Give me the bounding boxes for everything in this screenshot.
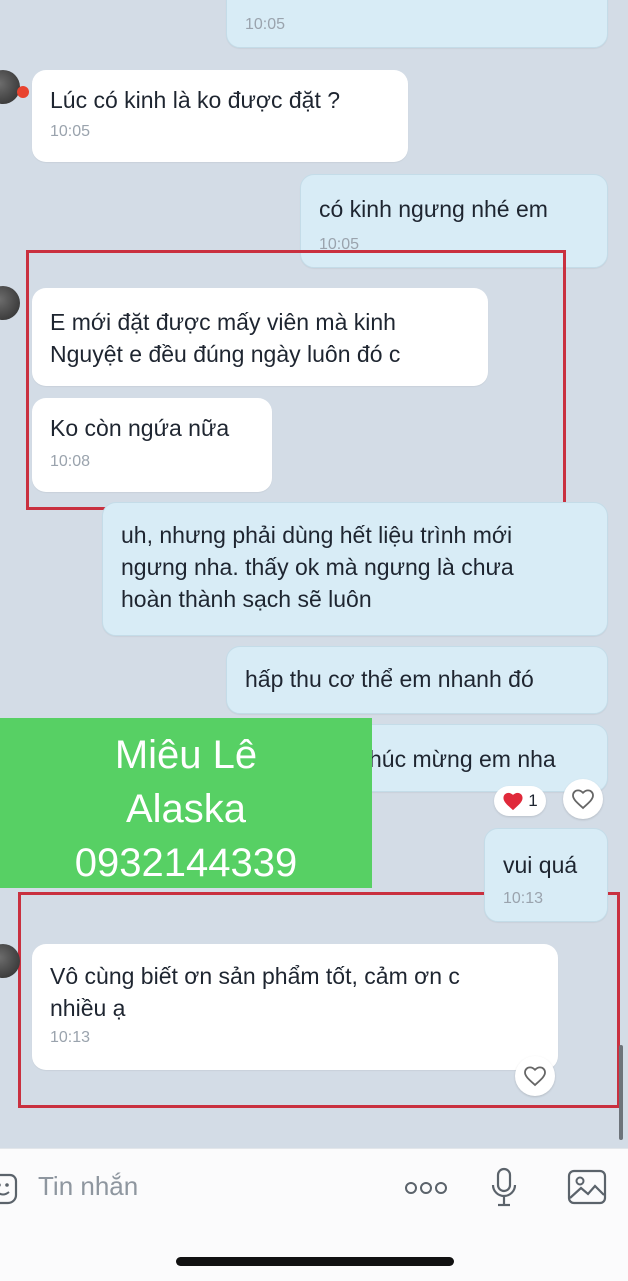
message-text: hấp thu cơ thể em nhanh đó (245, 666, 534, 692)
react-button[interactable] (563, 779, 603, 819)
heart-outline-icon (572, 789, 594, 810)
message-bubble-outgoing[interactable]: vui quá 10:13 (484, 828, 608, 922)
overlay-phone: 0932144339 (74, 841, 298, 885)
unread-dot-icon (17, 86, 29, 98)
message-text: có kinh ngưng nhé em (319, 196, 548, 222)
message-bubble-outgoing[interactable]: uh, nhưng phải dùng hết liệu trình mới n… (102, 502, 608, 636)
contact-overlay: Miêu Lê Alaska 0932144339 (0, 718, 372, 888)
message-bubble-incoming[interactable]: Vô cùng biết ơn sản phẩm tốt, cảm ơn c n… (32, 944, 558, 1070)
sticker-icon[interactable] (0, 1171, 18, 1205)
message-composer: Tin nhắn (0, 1148, 628, 1281)
message-text: Ko còn ngứa nữa (50, 415, 230, 441)
message-time: 10:08 (50, 453, 91, 470)
message-bubble-incoming[interactable]: Lúc có kinh là ko được đặt ? 10:05 (32, 70, 408, 162)
reaction-badge[interactable]: 1 (494, 786, 546, 816)
message-bubble-outgoing[interactable]: húc mừng em nha (350, 724, 608, 792)
heart-filled-icon (503, 792, 523, 811)
avatar[interactable] (0, 944, 20, 978)
message-text: húc mừng em nha (369, 746, 556, 772)
avatar[interactable] (0, 70, 20, 104)
reaction-count: 1 (528, 791, 538, 810)
message-text-line: Vô cùng biết ơn sản phẩm tốt, cảm ơn c (50, 963, 460, 989)
message-text: vui quá (503, 852, 578, 878)
message-text-line: nhiều ạ (50, 995, 126, 1021)
chat-area: 10:05 Lúc có kinh là ko được đặt ? 10:05… (0, 0, 628, 1148)
microphone-icon[interactable] (490, 1167, 518, 1209)
more-icon[interactable] (404, 1181, 448, 1195)
scrollbar[interactable] (619, 1045, 623, 1140)
message-time: 10:05 (50, 123, 91, 140)
message-text-line: Nguyệt e đều đúng ngày luôn đó c (50, 341, 401, 367)
message-text-line: uh, nhưng phải dùng hết liệu trình mới (121, 522, 513, 548)
avatar[interactable] (0, 286, 20, 320)
message-time: 10:05 (245, 16, 286, 33)
message-text-line: hoàn thành sạch sẽ luôn (121, 586, 372, 612)
overlay-location: Alaska (125, 787, 247, 831)
message-text-line: ngưng nha. thấy ok mà ngưng là chưa (121, 554, 514, 580)
message-bubble-incoming[interactable]: Ko còn ngứa nữa 10:08 (32, 398, 272, 492)
home-indicator[interactable] (176, 1257, 454, 1266)
message-bubble-outgoing[interactable]: hấp thu cơ thể em nhanh đó (226, 646, 608, 714)
message-time: 10:13 (503, 890, 544, 907)
message-text-line: E mới đặt được mấy viên mà kinh (50, 309, 396, 335)
overlay-name: Miêu Lê (114, 733, 258, 777)
message-input[interactable]: Tin nhắn (38, 1171, 138, 1202)
gallery-icon[interactable] (567, 1169, 607, 1205)
message-bubble-incoming[interactable]: E mới đặt được mấy viên mà kinh Nguyệt e… (32, 288, 488, 386)
heart-outline-icon (524, 1066, 546, 1087)
react-button[interactable] (515, 1056, 555, 1096)
message-time: 10:13 (50, 1029, 91, 1046)
message-bubble-outgoing[interactable]: 10:05 (226, 0, 608, 48)
message-text: Lúc có kinh là ko được đặt ? (50, 87, 341, 113)
